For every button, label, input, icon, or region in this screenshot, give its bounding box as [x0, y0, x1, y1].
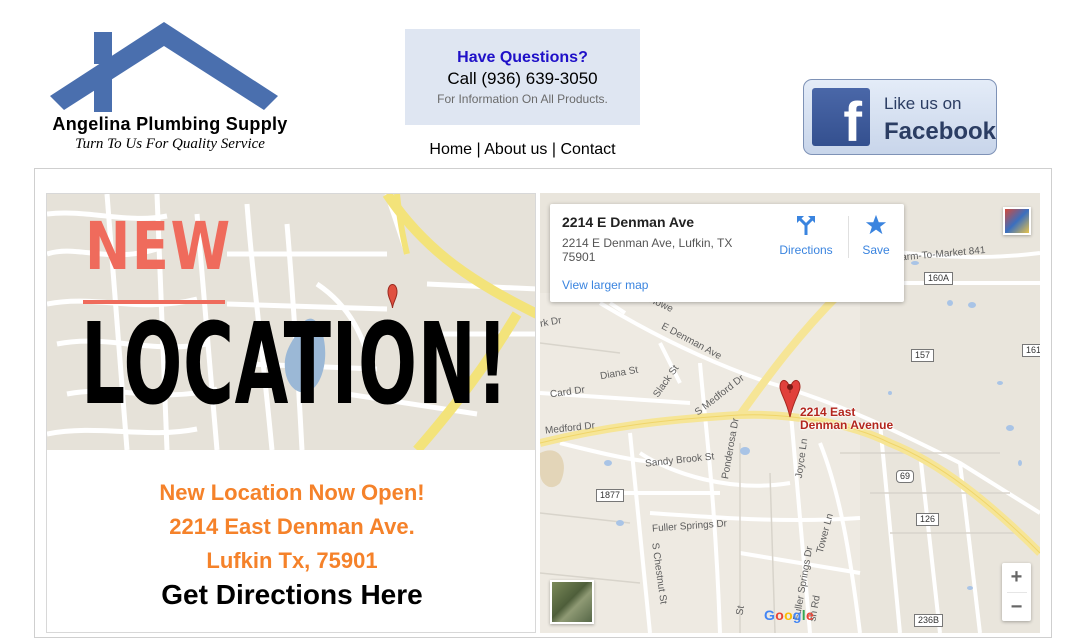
- shield-1877: 1877: [596, 489, 625, 502]
- promo-line-city: Lufkin Tx, 75901: [206, 548, 378, 573]
- directions-label: Directions: [779, 243, 833, 257]
- facebook-line1: Like us on: [884, 94, 962, 113]
- nav-about[interactable]: About us: [484, 141, 547, 158]
- directions-icon: [797, 216, 815, 235]
- google-logo: Google: [764, 607, 815, 623]
- nav-separator: |: [551, 141, 557, 158]
- satellite-view-toggle[interactable]: [550, 580, 594, 624]
- contact-box: Have Questions? Call (936) 639-3050 For …: [405, 29, 640, 125]
- questions-info: For Information On All Products.: [437, 92, 608, 106]
- zoom-in-button[interactable]: +: [1002, 563, 1031, 592]
- new-location-promo[interactable]: NEW LOCATION! New Location Now Open! 221…: [46, 193, 536, 633]
- map-label-st: St: [734, 604, 747, 617]
- directions-button[interactable]: Directions: [778, 214, 834, 257]
- shield-236b: 236B: [914, 614, 944, 627]
- zoom-controls: + −: [1002, 563, 1031, 621]
- facebook-line2: Facebook: [884, 118, 997, 145]
- nav-separator: |: [476, 141, 481, 158]
- main-nav: Home | About us | Contact: [405, 141, 640, 159]
- star-icon: [865, 214, 887, 235]
- headline-location: LOCATION!: [81, 300, 509, 430]
- shield-126: 126: [916, 513, 940, 526]
- house-roof-icon: [50, 22, 278, 112]
- card-divider: [848, 216, 849, 258]
- place-address: 2214 E Denman Ave, Lufkin, TX 75901: [562, 236, 733, 264]
- logo-name: Angelina Plumbing Supply: [52, 114, 288, 134]
- promo-map-image: NEW LOCATION!: [47, 194, 535, 454]
- promo-line-street: 2214 East Denman Ave.: [169, 514, 415, 539]
- questions-heading: Have Questions?: [457, 49, 588, 66]
- nav-contact[interactable]: Contact: [560, 141, 615, 158]
- shield-161: 161: [1022, 344, 1040, 357]
- shield-160a: 160A: [924, 272, 954, 285]
- phone-number[interactable]: Call (936) 639-3050: [405, 69, 640, 89]
- save-label: Save: [862, 243, 890, 257]
- place-title: 2214 E Denman Ave: [562, 214, 695, 230]
- shield-us69: 69: [896, 470, 915, 483]
- save-button[interactable]: Save: [858, 214, 894, 257]
- logo-tagline: Turn To Us For Quality Service: [75, 136, 265, 152]
- headline-new: NEW: [85, 208, 232, 285]
- promo-text: New Location Now Open! 2214 East Denman …: [47, 476, 535, 612]
- nav-home[interactable]: Home: [429, 141, 472, 158]
- shield-157: 157: [911, 349, 935, 362]
- promo-line-open: New Location Now Open!: [159, 480, 425, 505]
- facebook-like-button[interactable]: f Like us on Facebook: [803, 79, 997, 155]
- zoom-out-button[interactable]: −: [1002, 593, 1031, 622]
- view-larger-map-link[interactable]: View larger map: [562, 278, 648, 292]
- facebook-icon: f: [812, 88, 870, 150]
- get-directions-link[interactable]: Get Directions Here: [47, 578, 535, 612]
- user-avatar-icon[interactable]: [1003, 207, 1031, 235]
- embedded-google-map[interactable]: Farm-To-Market 841 E Denman Ave S Medfor…: [540, 193, 1040, 633]
- map-pin-label: 2214 East Denman Avenue: [800, 405, 894, 432]
- site-logo[interactable]: Angelina Plumbing Supply Turn To Us For …: [42, 18, 292, 158]
- place-info-card: 2214 E Denman Ave 2214 E Denman Ave, Luf…: [550, 204, 904, 302]
